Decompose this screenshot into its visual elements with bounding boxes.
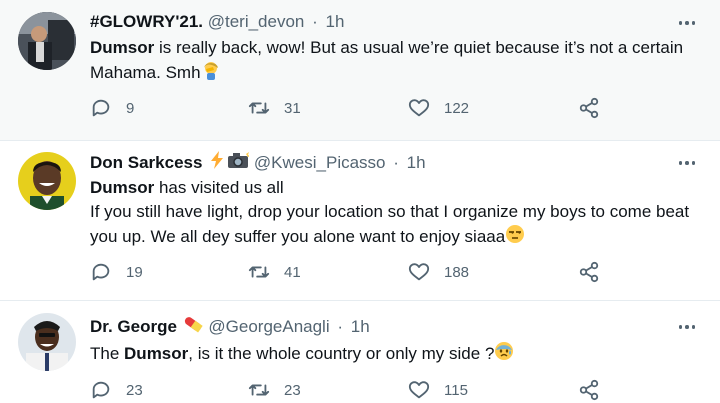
reply-icon xyxy=(92,381,110,399)
reply-icon xyxy=(92,263,110,281)
reply-count: 19 xyxy=(126,263,143,281)
like-button[interactable]: 188 xyxy=(408,260,469,284)
reply-button[interactable]: 19 xyxy=(90,260,143,284)
timestamp[interactable]: 1h xyxy=(326,12,345,31)
handle[interactable]: @GeorgeAnagli xyxy=(208,317,329,336)
reply-button[interactable]: 23 xyxy=(90,378,143,402)
tweet-feed: #GLOWRY'21. @teri_devon · 1h Dumsor is r… xyxy=(0,0,720,403)
share-button[interactable] xyxy=(578,260,600,284)
more-options-button[interactable] xyxy=(672,151,702,175)
like-count: 188 xyxy=(444,263,470,281)
tweet-header: Dr. George @GeorgeAnagli · 1h xyxy=(90,314,370,338)
keyword-dumsor: Dumsor xyxy=(90,38,155,57)
avatar-photo xyxy=(18,12,76,70)
like-button[interactable]: 115 xyxy=(408,378,468,402)
tweet-text-line: If you still have light, drop your locat… xyxy=(90,200,705,251)
timestamp[interactable]: 1h xyxy=(407,153,426,172)
tweet-text-rest: The xyxy=(90,343,125,363)
heart-icon xyxy=(408,99,430,117)
timestamp[interactable]: 1h xyxy=(351,317,370,336)
tweet-text-rest: If you still have light, drop your locat… xyxy=(90,202,690,246)
keyword-dumsor: Dumsor xyxy=(124,343,189,363)
anxious-face-with-sweat-icon xyxy=(494,341,514,368)
tweet-actions: 23 23 115 xyxy=(90,378,610,402)
retweet-icon xyxy=(248,384,270,396)
avatar[interactable] xyxy=(18,12,76,70)
retweet-icon xyxy=(248,102,270,114)
reply-icon xyxy=(92,99,110,117)
more-options-button[interactable] xyxy=(672,315,702,339)
person-facepalming-icon xyxy=(201,60,221,87)
tweet-text: The Dumsor, is it the whole country or o… xyxy=(90,341,705,368)
tweet[interactable]: #GLOWRY'21. @teri_devon · 1h Dumsor is r… xyxy=(0,0,720,140)
camera-with-flash-icon xyxy=(227,150,252,177)
tweet-actions: 9 31 122 xyxy=(90,96,610,120)
avatar[interactable] xyxy=(18,152,76,210)
reply-count: 23 xyxy=(126,381,143,399)
like-count: 122 xyxy=(444,99,470,117)
handle[interactable]: @Kwesi_Picasso xyxy=(254,153,386,172)
like-count: 115 xyxy=(444,381,468,399)
tweet-header: #GLOWRY'21. @teri_devon · 1h xyxy=(90,10,344,34)
tweet-actions: 19 41 188 xyxy=(90,260,610,284)
tweet-text-rest: , is it the whole country or only my sid… xyxy=(188,343,495,363)
retweet-count: 23 xyxy=(284,381,301,399)
share-button[interactable] xyxy=(578,378,600,402)
retweet-count: 31 xyxy=(284,99,301,117)
tweet-text: Dumsor has visited us all If you still h… xyxy=(90,176,705,251)
share-button[interactable] xyxy=(578,96,600,120)
tweet-header: Don Sarkcess @Kwesi_Picasso · 1h xyxy=(90,150,426,174)
tweet-text-line: Dumsor has visited us all xyxy=(90,176,705,200)
keyword-dumsor: Dumsor xyxy=(90,178,155,197)
handle[interactable]: @teri_devon xyxy=(208,12,305,31)
tweet-text-rest: is really back, wow! But as usual we’re … xyxy=(90,38,684,82)
tweet-text-rest: has visited us all xyxy=(154,178,284,197)
retweet-button[interactable]: 41 xyxy=(248,260,301,284)
share-icon xyxy=(579,379,599,401)
avatar-photo xyxy=(18,313,76,371)
avatar[interactable] xyxy=(18,313,76,371)
reply-count: 9 xyxy=(126,99,135,117)
retweet-button[interactable]: 23 xyxy=(248,378,301,402)
avatar-photo xyxy=(18,152,76,210)
reply-button[interactable]: 9 xyxy=(90,96,134,120)
retweet-button[interactable]: 31 xyxy=(248,96,301,120)
pill-icon xyxy=(182,314,204,341)
tweet-text: Dumsor is really back, wow! But as usual… xyxy=(90,36,705,87)
heart-icon xyxy=(408,263,430,281)
heart-icon xyxy=(408,381,430,399)
high-voltage-icon xyxy=(207,150,227,177)
display-name[interactable]: Dr. George xyxy=(90,317,177,336)
more-options-button[interactable] xyxy=(672,11,702,35)
retweet-count: 41 xyxy=(284,263,301,281)
separator-dot: · xyxy=(312,12,318,31)
unamused-face-icon xyxy=(505,224,525,251)
share-icon xyxy=(579,97,599,119)
display-name[interactable]: #GLOWRY'21. xyxy=(90,12,203,31)
separator-dot: · xyxy=(393,152,399,172)
separator-dot: · xyxy=(337,316,344,336)
retweet-icon xyxy=(248,266,270,278)
share-icon xyxy=(579,261,599,283)
like-button[interactable]: 122 xyxy=(408,96,469,120)
display-name[interactable]: Don Sarkcess xyxy=(90,153,202,172)
